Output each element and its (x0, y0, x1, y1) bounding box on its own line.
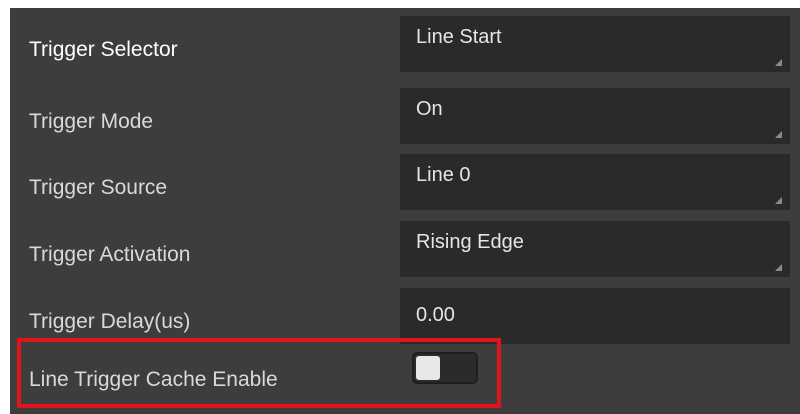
dropdown-value: Line Start (416, 26, 502, 48)
property-row-trigger-selector: Trigger Selector Line Start (0, 16, 790, 84)
property-row-trigger-source: Trigger Source Line 0 (0, 154, 790, 222)
property-row-trigger-mode: Trigger Mode On (0, 88, 790, 156)
property-label: Trigger Selector (29, 38, 178, 61)
resize-corner-icon (775, 197, 782, 204)
dropdown-value: Rising Edge (416, 231, 524, 253)
input-value: 0.00 (416, 304, 455, 326)
trigger-delay-input[interactable]: 0.00 (400, 288, 790, 344)
resize-corner-icon (775, 59, 782, 66)
trigger-source-dropdown[interactable]: Line 0 (400, 154, 790, 210)
dropdown-value: Line 0 (416, 164, 471, 186)
highlight-box (17, 338, 501, 408)
resize-corner-icon (775, 131, 782, 138)
trigger-activation-dropdown[interactable]: Rising Edge (400, 221, 790, 277)
trigger-mode-dropdown[interactable]: On (400, 88, 790, 144)
property-label: Trigger Mode (29, 110, 154, 133)
resize-corner-icon (775, 264, 782, 271)
property-label: Trigger Source (29, 176, 168, 199)
property-label: Trigger Activation (29, 243, 191, 266)
dropdown-value: On (416, 98, 443, 120)
property-row-trigger-activation: Trigger Activation Rising Edge (0, 221, 790, 289)
trigger-selector-dropdown[interactable]: Line Start (400, 16, 790, 72)
